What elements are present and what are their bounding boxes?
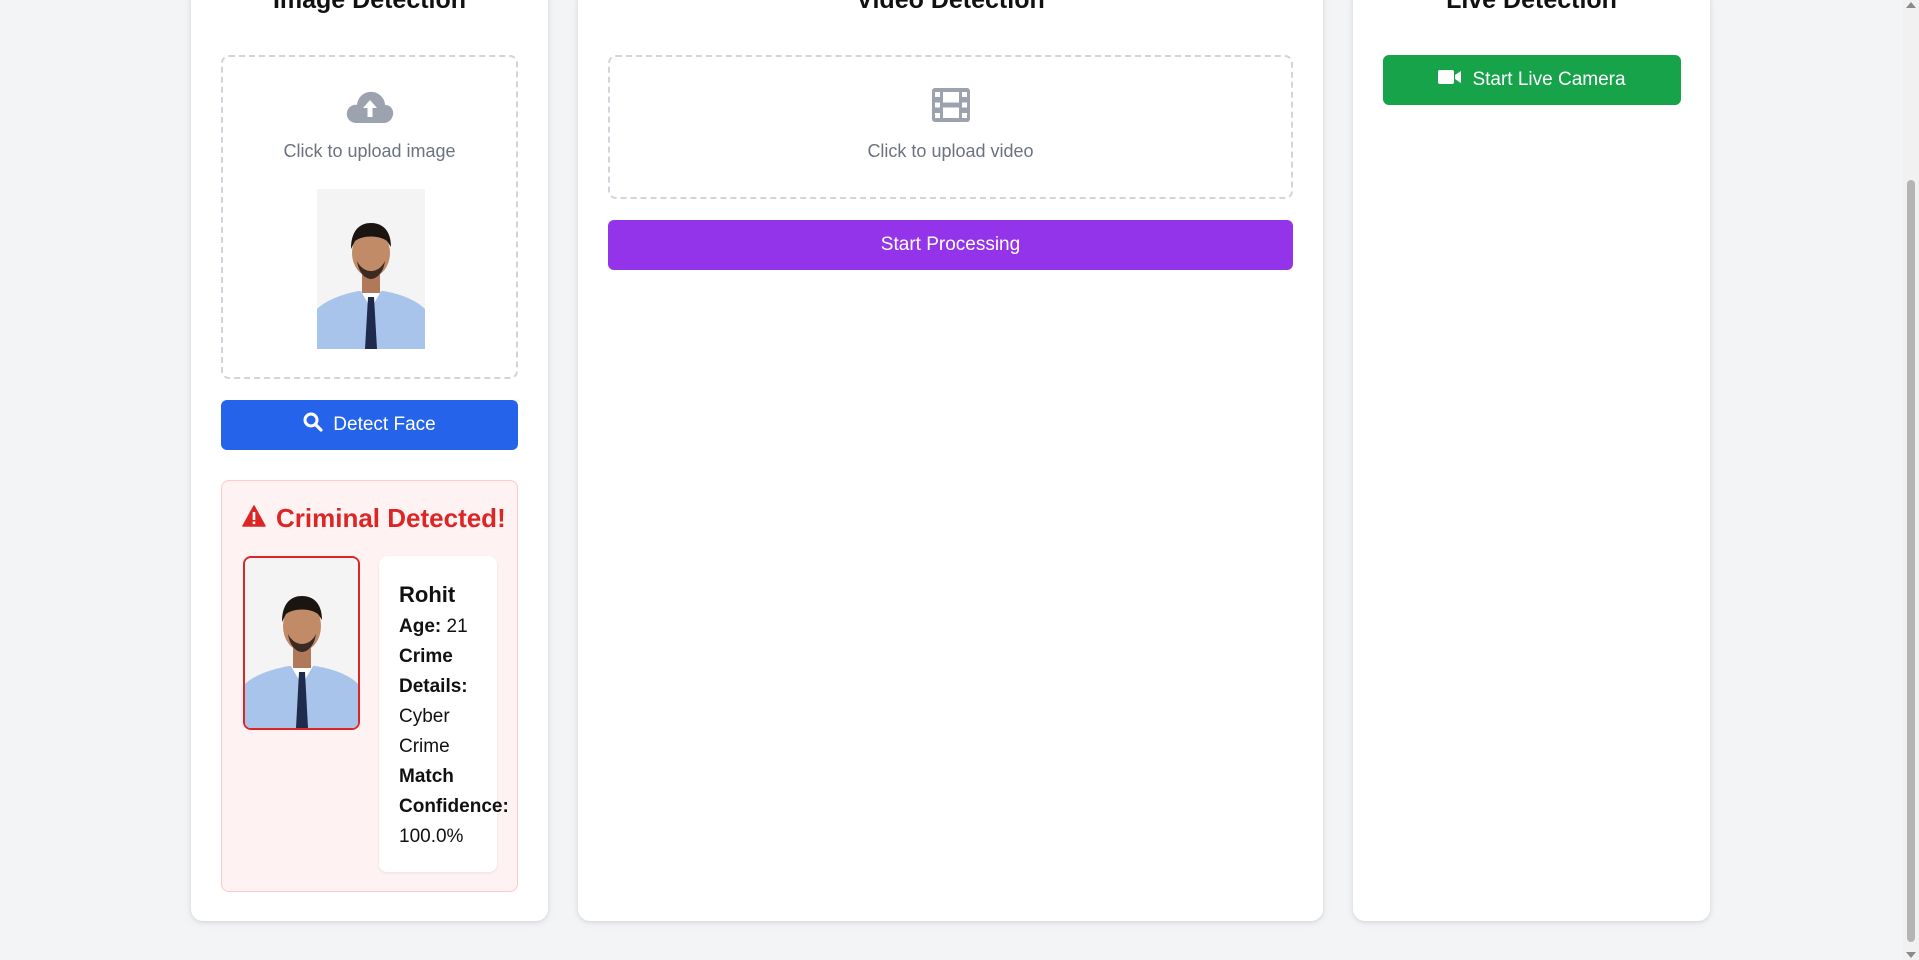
live-detection-panel: Live Detection Start Live Camera: [1353, 0, 1710, 921]
start-live-camera-button[interactable]: Start Live Camera: [1383, 55, 1681, 105]
video-upload-text: Click to upload video: [867, 141, 1034, 161]
scroll-up-arrow-icon[interactable]: [1906, 2, 1916, 8]
start-processing-button[interactable]: Start Processing: [608, 220, 1293, 270]
criminal-name: Rohit: [399, 582, 456, 607]
start-live-camera-label: Start Live Camera: [1472, 69, 1626, 90]
criminal-detected-alert: Criminal Detected! Rohit Age: 21 Crime D…: [221, 480, 518, 892]
start-processing-label: Start Processing: [880, 234, 1021, 255]
crime-value-line-2: Crime: [399, 736, 450, 757]
scrollbar-thumb[interactable]: [1907, 180, 1915, 942]
page-scrollbar[interactable]: [1903, 0, 1919, 960]
confidence-label-line-2: Confidence:: [399, 796, 509, 817]
image-upload-dropzone[interactable]: Click to upload image: [221, 55, 518, 379]
confidence-label-line-1: Match: [399, 766, 454, 787]
video-camera-icon: [1438, 69, 1462, 91]
image-upload-text: Click to upload image: [283, 141, 456, 161]
age-row: Age: 21: [399, 612, 529, 642]
image-detection-panel: Image Detection Click to upload image De…: [191, 0, 548, 921]
live-detection-title: Live Detection: [1446, 0, 1617, 14]
crime-value-line-1: Cyber: [399, 706, 450, 727]
cloud-upload-icon: [223, 87, 516, 131]
scroll-down-arrow-icon[interactable]: [1906, 952, 1916, 958]
image-detection-title: Image Detection: [272, 0, 467, 14]
detect-face-button[interactable]: Detect Face: [221, 400, 518, 450]
search-icon: [303, 412, 323, 438]
matched-criminal-photo: [243, 556, 360, 730]
crime-label-line-2: Details:: [399, 676, 468, 697]
age-value: 21: [446, 616, 468, 637]
criminal-info-card: Rohit Age: 21 Crime Details: Cyber Crime…: [379, 556, 509, 872]
film-icon: [610, 87, 1291, 131]
alert-heading: Criminal Detected!: [242, 503, 506, 534]
crime-label-line-1: Crime: [399, 646, 453, 667]
age-label: Age:: [399, 616, 442, 637]
page: Image Detection Click to upload image De…: [0, 0, 1919, 960]
detect-face-label: Detect Face: [333, 414, 436, 435]
warning-triangle-icon: [242, 503, 266, 534]
confidence-value: 100.0%: [399, 826, 464, 847]
uploaded-image-preview: [317, 189, 425, 349]
video-detection-panel: Video Detection Click to upload video St: [578, 0, 1323, 921]
video-detection-title: Video Detection: [856, 0, 1045, 14]
video-upload-dropzone[interactable]: Click to upload video: [608, 55, 1293, 199]
alert-heading-text: Criminal Detected!: [276, 503, 506, 533]
